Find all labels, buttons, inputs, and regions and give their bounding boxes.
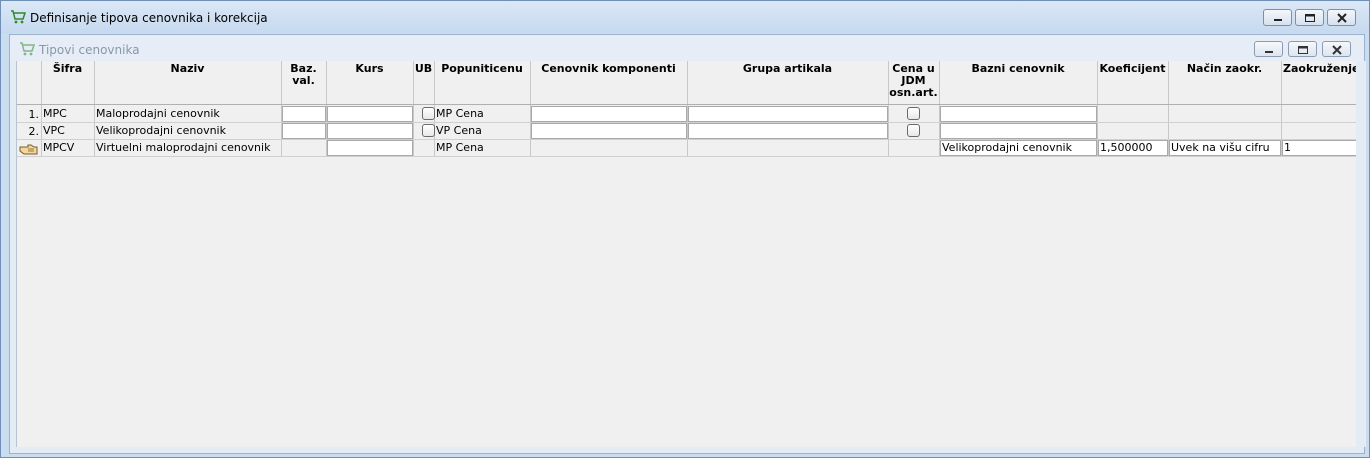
shopping-cart-icon bbox=[10, 10, 27, 27]
minimize-icon bbox=[1274, 19, 1282, 21]
cell-grupa-artikala[interactable] bbox=[688, 123, 888, 139]
column-header-cena-jdm-line3: osn.art. bbox=[889, 86, 938, 99]
row-number: 2. bbox=[28, 125, 40, 138]
cell-popuniticenu[interactable]: MP Cena bbox=[435, 107, 530, 123]
ub-checkbox[interactable] bbox=[422, 124, 435, 137]
cell-popuniticenu[interactable]: MP Cena bbox=[435, 141, 530, 157]
grid-right-border bbox=[1358, 61, 1366, 447]
cell-popuniticenu[interactable]: VP Cena bbox=[435, 124, 530, 140]
column-header-sifra[interactable]: Šifra bbox=[41, 63, 94, 75]
cena-jdm-checkbox[interactable] bbox=[907, 107, 920, 120]
inner-restore-button[interactable] bbox=[1288, 41, 1317, 57]
cell-grupa-artikala[interactable] bbox=[688, 141, 888, 157]
cell-bazni-cenovnik[interactable] bbox=[940, 106, 1097, 122]
cell-zaokruzenje[interactable] bbox=[1282, 107, 1356, 123]
cell-sifra[interactable]: MPCV bbox=[42, 141, 94, 157]
main-window: Definisanje tipova cenovnika i korekcija… bbox=[0, 0, 1370, 458]
price-list-grid[interactable]: Šifra Naziv Baz. val. Kurs UB Popunitice… bbox=[16, 61, 1356, 447]
window-titlebar[interactable]: Definisanje tipova cenovnika i korekcija bbox=[1, 1, 1369, 33]
cell-koeficijent[interactable] bbox=[1098, 107, 1168, 123]
cell-baz-val[interactable] bbox=[282, 106, 326, 122]
restore-icon bbox=[1305, 14, 1315, 22]
column-header-zaokruzenje[interactable]: Zaokruženje bbox=[1281, 63, 1356, 75]
cell-cenovnik-komponenti[interactable] bbox=[531, 141, 687, 157]
column-header-naziv[interactable]: Naziv bbox=[94, 63, 281, 75]
cell-nacin-zaokr[interactable] bbox=[1169, 124, 1281, 140]
cell-zaokruzenje[interactable] bbox=[1282, 124, 1356, 140]
inner-close-button[interactable] bbox=[1322, 41, 1351, 57]
close-button[interactable] bbox=[1327, 9, 1356, 26]
column-header-baz-val[interactable]: Baz. val. bbox=[281, 63, 326, 87]
close-icon bbox=[1337, 13, 1347, 23]
ub-checkbox[interactable] bbox=[422, 107, 435, 120]
cell-kurs[interactable] bbox=[327, 140, 413, 156]
pointing-hand-icon bbox=[19, 142, 39, 159]
cell-grupa-artikala[interactable] bbox=[688, 106, 888, 122]
column-header-cena-jdm[interactable]: Cena u JDM osn.art. bbox=[888, 63, 939, 99]
column-header-kurs[interactable]: Kurs bbox=[326, 63, 413, 75]
cell-cenovnik-komponenti[interactable] bbox=[531, 123, 687, 139]
cell-nacin-zaokr[interactable]: Uvek na višu cifru bbox=[1169, 140, 1281, 156]
cell-baz-val[interactable] bbox=[282, 141, 326, 157]
column-header-nacin-zaokr[interactable]: Način zaokr. bbox=[1168, 63, 1281, 75]
inner-window: Tipovi cenovnika Šifra Naziv Baz. val. K… bbox=[9, 34, 1366, 454]
restore-button[interactable] bbox=[1295, 9, 1324, 26]
cell-naziv[interactable]: Maloprodajni cenovnik bbox=[95, 107, 281, 123]
cell-zaokruzenje[interactable]: 1 bbox=[1282, 140, 1356, 156]
cell-koeficijent[interactable]: 1,500000 bbox=[1098, 140, 1168, 156]
column-header-cenovnik-komponenti[interactable]: Cenovnik komponenti bbox=[530, 63, 687, 75]
cell-kurs[interactable] bbox=[327, 123, 413, 139]
cell-bazni-cenovnik[interactable]: Velikoprodajni cenovnik bbox=[940, 140, 1097, 156]
minimize-button[interactable] bbox=[1263, 9, 1292, 26]
window-title: Definisanje tipova cenovnika i korekcija bbox=[30, 11, 268, 25]
column-header-bazni-cenovnik[interactable]: Bazni cenovnik bbox=[939, 63, 1097, 75]
cell-koeficijent[interactable] bbox=[1098, 124, 1168, 140]
close-icon bbox=[1332, 45, 1342, 55]
cell-kurs[interactable] bbox=[327, 106, 413, 122]
column-header-koeficijent[interactable]: Koeficijent bbox=[1097, 63, 1168, 75]
column-header-grupa-artikala[interactable]: Grupa artikala bbox=[687, 63, 888, 75]
cell-naziv[interactable]: Velikoprodajni cenovnik bbox=[95, 124, 281, 140]
cena-jdm-checkbox[interactable] bbox=[907, 124, 920, 137]
cell-sifra[interactable]: MPC bbox=[42, 107, 94, 123]
cell-naziv[interactable]: Virtuelni maloprodajni cenovnik bbox=[95, 141, 281, 157]
restore-icon bbox=[1298, 46, 1308, 54]
inner-window-title: Tipovi cenovnika bbox=[39, 43, 140, 57]
column-header-ub[interactable]: UB bbox=[413, 63, 434, 75]
shopping-cart-icon bbox=[19, 42, 36, 59]
inner-window-titlebar[interactable]: Tipovi cenovnika bbox=[10, 35, 1364, 61]
cell-baz-val[interactable] bbox=[282, 123, 326, 139]
cell-nacin-zaokr[interactable] bbox=[1169, 107, 1281, 123]
column-header-baz-val-line2: val. bbox=[292, 74, 315, 87]
inner-minimize-button[interactable] bbox=[1254, 41, 1283, 57]
minimize-icon bbox=[1265, 51, 1273, 53]
column-header-popuniticenu[interactable]: Popuniticenu bbox=[434, 63, 530, 75]
cell-cenovnik-komponenti[interactable] bbox=[531, 106, 687, 122]
cell-sifra[interactable]: VPC bbox=[42, 124, 94, 140]
row-number: 1. bbox=[28, 108, 40, 121]
cell-bazni-cenovnik[interactable] bbox=[940, 123, 1097, 139]
